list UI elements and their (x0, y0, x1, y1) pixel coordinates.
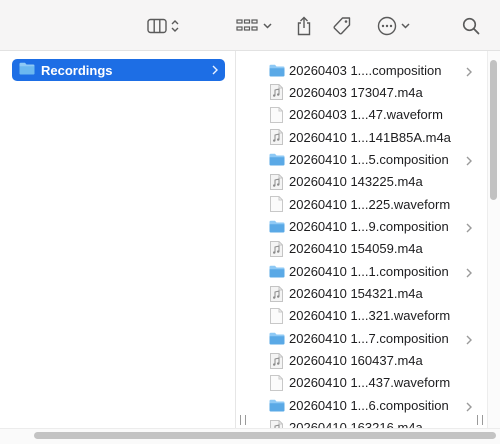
audio-file-icon (268, 285, 285, 302)
folder-icon (268, 62, 285, 78)
file-name: 20260410 1...437.waveform (289, 375, 451, 391)
file-row[interactable]: 20260403 173047.m4a (266, 81, 476, 103)
audio-file-icon (268, 240, 285, 257)
file-name: 20260410 1...6.composition (289, 397, 449, 413)
file-name: 20260410 1...225.waveform (289, 196, 451, 212)
file-name: 20260410 1...1.composition (289, 263, 449, 279)
folder-icon (268, 151, 285, 167)
folder-icon (268, 397, 285, 413)
selected-folder-label: Recordings (41, 62, 113, 78)
folder-row[interactable]: 20260410 1...6.composition (266, 394, 476, 416)
file-name: 20260410 1...141B85A.m4a (289, 129, 451, 145)
file-name: 20260410 1...5.composition (289, 151, 449, 167)
view-columns-button[interactable] (140, 12, 186, 40)
folder-icon (268, 330, 285, 346)
more-actions-button[interactable] (374, 12, 412, 40)
share-button[interactable] (293, 12, 315, 40)
vertical-scroll-thumb[interactable] (490, 60, 497, 200)
chevron-right-icon (466, 400, 472, 415)
group-button[interactable] (233, 12, 275, 40)
up-down-chevron-icon (171, 19, 179, 33)
folder-row[interactable]: 20260410 1...7.composition (266, 327, 476, 349)
folder-icon (268, 218, 285, 234)
file-row[interactable]: 20260403 1...47.waveform (266, 104, 476, 126)
file-row[interactable]: 20260410 143225.m4a (266, 171, 476, 193)
audio-file-icon (268, 352, 285, 369)
chevron-right-icon (466, 65, 472, 80)
file-row[interactable]: 20260410 1...141B85A.m4a (266, 126, 476, 148)
audio-file-icon (268, 84, 285, 101)
file-row[interactable]: 20260410 154321.m4a (266, 283, 476, 305)
toolbar (0, 0, 500, 51)
file-row[interactable]: 20260410 1...225.waveform (266, 193, 476, 215)
column-resize-handle[interactable] (477, 415, 483, 425)
audio-file-icon (268, 129, 285, 146)
folder-icon (19, 62, 35, 78)
file-name: 20260403 173047.m4a (289, 84, 423, 100)
folder-row[interactable]: 20260410 1...9.composition (266, 215, 476, 237)
file-name: 20260403 1...47.waveform (289, 107, 443, 123)
file-name: 20260410 1...7.composition (289, 330, 449, 346)
tag-icon (332, 16, 352, 36)
chevron-down-icon (263, 23, 272, 29)
document-icon (268, 196, 285, 213)
audio-file-icon (268, 173, 285, 190)
chevron-right-icon (466, 266, 472, 281)
folder-icon (268, 263, 285, 279)
file-name: 20260410 154059.m4a (289, 241, 423, 257)
parent-column (0, 51, 236, 428)
chevron-right-icon (212, 63, 218, 78)
column-resize-handle[interactable] (240, 415, 246, 425)
file-name: 20260410 1...9.composition (289, 218, 449, 234)
chevron-down-icon (400, 23, 410, 29)
chevron-right-icon (466, 333, 472, 348)
file-name: 20260410 1...321.waveform (289, 308, 451, 324)
file-row[interactable]: 20260410 160437.m4a (266, 350, 476, 372)
columns-view-icon (147, 18, 167, 34)
folder-row[interactable]: 20260410 1...5.composition (266, 148, 476, 170)
document-icon (268, 307, 285, 324)
tag-button[interactable] (331, 12, 353, 40)
ellipsis-circle-icon (377, 16, 397, 36)
file-row[interactable]: 20260410 154059.m4a (266, 238, 476, 260)
file-row[interactable]: 20260410 1...321.waveform (266, 305, 476, 327)
document-icon (268, 374, 285, 391)
folder-row[interactable]: 20260403 1....composition (266, 59, 476, 81)
file-name: 20260403 1....composition (289, 62, 442, 78)
search-icon (462, 17, 480, 35)
chevron-right-icon (466, 154, 472, 169)
file-name: 20260410 143225.m4a (289, 174, 423, 190)
share-icon (296, 16, 312, 36)
selected-folder-row[interactable]: Recordings (12, 59, 225, 81)
chevron-right-icon (466, 221, 472, 236)
horizontal-scroll-thumb[interactable] (34, 432, 496, 439)
folder-row[interactable]: 20260410 1...1.composition (266, 260, 476, 282)
grid-view-icon (236, 19, 258, 33)
file-name: 20260410 154321.m4a (289, 286, 423, 301)
document-icon (268, 106, 285, 123)
search-button[interactable] (460, 12, 482, 40)
file-row[interactable]: 20260410 1...437.waveform (266, 372, 476, 394)
file-name: 20260410 160437.m4a (289, 353, 423, 369)
